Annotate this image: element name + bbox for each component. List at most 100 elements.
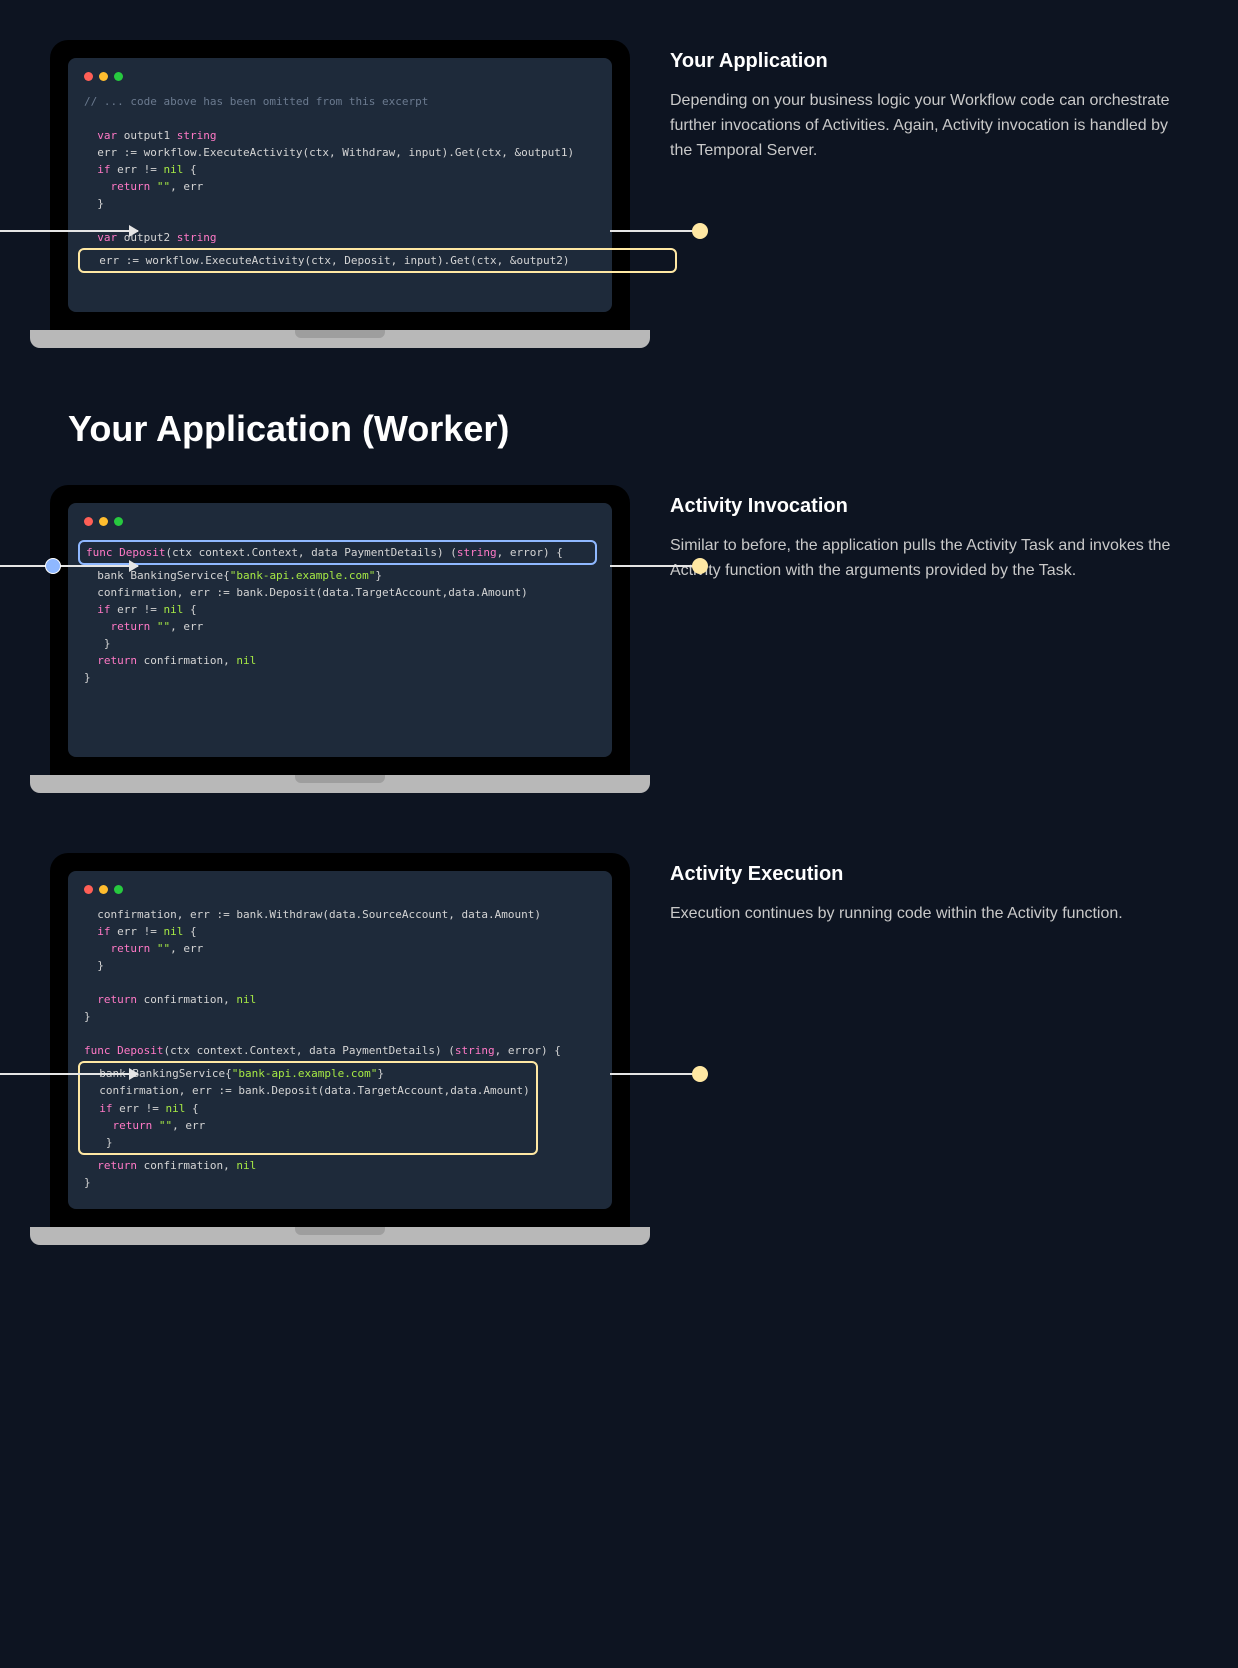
sidebar-body-3: Execution continues by running code with… <box>670 902 1188 927</box>
code-text: } <box>84 1010 91 1023</box>
code-text: confirmation, err := bank.Deposit(data.T… <box>97 586 527 599</box>
laptop-base <box>30 1227 650 1245</box>
code-text: , err <box>170 942 203 955</box>
code-kw: return <box>111 942 157 955</box>
connector-dot-blue-icon <box>45 558 61 574</box>
code-str: "bank-api.example.com" <box>232 1067 378 1080</box>
code-text: , err <box>170 620 203 633</box>
code-nil: nil <box>236 993 256 1006</box>
minimize-dot-icon <box>99 72 108 81</box>
code-kw: func <box>86 546 119 559</box>
close-dot-icon <box>84 517 93 526</box>
sidebar-title-1: Your Application <box>670 50 1188 73</box>
code-content-2: func Deposit(ctx context.Context, data P… <box>84 538 596 686</box>
code-text: err := workflow.ExecuteActivity(ctx, Wit… <box>97 146 574 159</box>
code-window-2: func Deposit(ctx context.Context, data P… <box>68 503 612 757</box>
window-dots <box>84 72 596 81</box>
code-str: "" <box>157 942 170 955</box>
code-text: } <box>97 959 104 972</box>
code-text: { <box>183 603 196 616</box>
code-kw: if <box>97 163 110 176</box>
code-kw: return <box>97 654 137 667</box>
code-text: { <box>183 163 196 176</box>
code-window-1: // ... code above has been omitted from … <box>68 58 612 312</box>
code-text: { <box>183 925 196 938</box>
connector-left-2 <box>0 565 138 567</box>
code-comment: // ... code above has been omitted from … <box>84 95 428 108</box>
code-text: err != <box>111 163 164 176</box>
laptop-notch <box>295 330 385 338</box>
sidebar-body-2: Similar to before, the application pulls… <box>670 534 1188 584</box>
highlighted-code-2: func Deposit(ctx context.Context, data P… <box>78 540 597 565</box>
code-kw: return <box>97 993 137 1006</box>
sidebar-title-3: Activity Execution <box>670 863 1188 886</box>
code-fn-name: Deposit <box>119 546 165 559</box>
code-text: confirmation, err := bank.Deposit(data.T… <box>99 1084 529 1097</box>
code-kw: if <box>99 1102 112 1115</box>
code-kw: if <box>97 925 110 938</box>
window-dots <box>84 517 596 526</box>
arrow-icon <box>129 560 139 572</box>
code-content-1: // ... code above has been omitted from … <box>84 93 596 275</box>
connector-right-2 <box>610 565 700 567</box>
connector-right-3 <box>610 1073 700 1075</box>
code-str: "" <box>159 1119 172 1132</box>
code-kw: return <box>111 180 157 193</box>
code-type: string <box>457 546 497 559</box>
code-text: confirmation, <box>137 993 236 1006</box>
code-text: } <box>104 637 111 650</box>
maximize-dot-icon <box>114 885 123 894</box>
code-fn-name: Deposit <box>117 1044 163 1057</box>
code-text: output1 <box>117 129 177 142</box>
arrow-icon <box>129 225 139 237</box>
minimize-dot-icon <box>99 517 108 526</box>
code-text: confirmation, <box>137 654 236 667</box>
section-activity-invocation: func Deposit(ctx context.Context, data P… <box>50 485 1188 793</box>
maximize-dot-icon <box>114 517 123 526</box>
code-kw: var <box>97 231 117 244</box>
code-text: , error) { <box>495 1044 561 1057</box>
code-content-3: confirmation, err := bank.Withdraw(data.… <box>84 906 596 1191</box>
code-text: } <box>84 671 91 684</box>
code-str: "bank-api.example.com" <box>230 569 376 582</box>
code-type: string <box>455 1044 495 1057</box>
laptop-notch <box>295 775 385 783</box>
code-text: confirmation, err := bank.Withdraw(data.… <box>97 908 541 921</box>
code-kw: if <box>97 603 110 616</box>
sidebar-title-2: Activity Invocation <box>670 495 1188 518</box>
code-text: err != <box>113 1102 166 1115</box>
code-window-3: confirmation, err := bank.Withdraw(data.… <box>68 871 612 1209</box>
code-nil: nil <box>163 925 183 938</box>
connector-dot-icon <box>692 558 708 574</box>
code-text: } <box>97 197 104 210</box>
code-kw: return <box>113 1119 159 1132</box>
code-text: err != <box>111 925 164 938</box>
code-text: , err <box>172 1119 205 1132</box>
code-nil: nil <box>236 654 256 667</box>
code-text: output2 <box>117 231 177 244</box>
code-str: "" <box>157 180 170 193</box>
close-dot-icon <box>84 885 93 894</box>
laptop-2: func Deposit(ctx context.Context, data P… <box>50 485 630 793</box>
connector-right-1 <box>610 230 700 232</box>
highlighted-code-3: bank BankingService{"bank-api.example.co… <box>78 1061 538 1154</box>
code-text: bank BankingService{ <box>97 569 229 582</box>
sidebar-body-1: Depending on your business logic your Wo… <box>670 89 1188 163</box>
code-type: string <box>177 231 217 244</box>
sidebar-text-3: Activity Execution Execution continues b… <box>670 853 1188 927</box>
arrow-icon <box>129 1068 139 1080</box>
code-text: } <box>106 1136 113 1149</box>
section-header: Your Application (Worker) <box>68 408 1188 450</box>
code-nil: nil <box>163 603 183 616</box>
connector-left-1 <box>0 230 138 232</box>
code-text: { <box>185 1102 198 1115</box>
code-nil: nil <box>163 163 183 176</box>
connector-dot-icon <box>692 223 708 239</box>
code-text: (ctx context.Context, data PaymentDetail… <box>163 1044 454 1057</box>
code-text: } <box>375 569 382 582</box>
code-text: (ctx context.Context, data PaymentDetail… <box>165 546 456 559</box>
code-str: "" <box>157 620 170 633</box>
laptop-notch <box>295 1227 385 1235</box>
code-kw: var <box>97 129 117 142</box>
laptop-base <box>30 330 650 348</box>
